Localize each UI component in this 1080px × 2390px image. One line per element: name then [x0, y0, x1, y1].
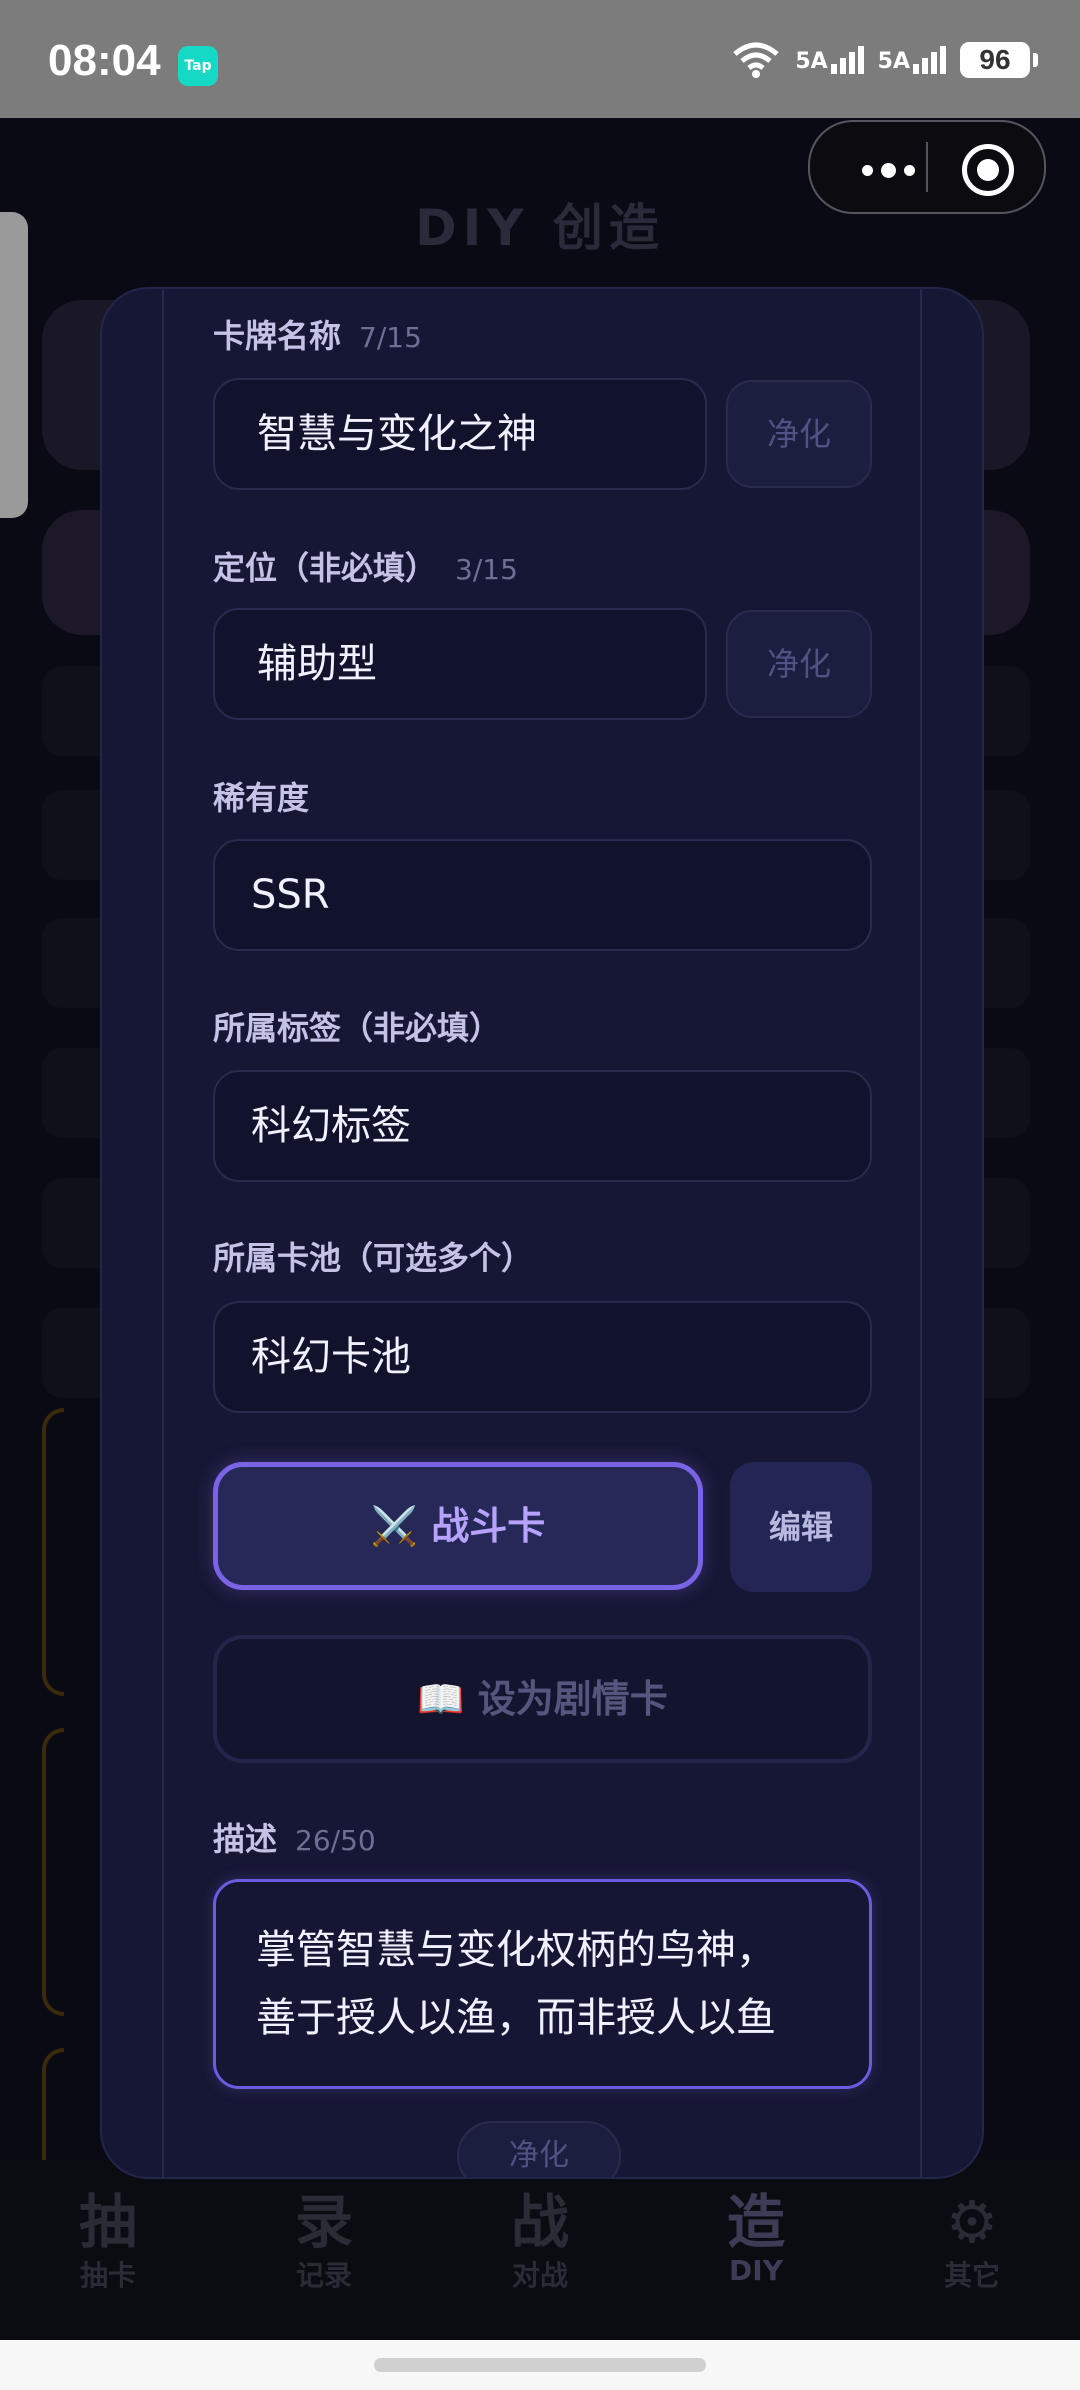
status-bar: 08:04 Tap 5A 5A 96	[0, 0, 1080, 118]
capsule-menu	[808, 120, 1046, 214]
description-line: 掌管智慧与变化权柄的鸟神，	[256, 1927, 776, 1973]
battery-icon: 96	[960, 42, 1038, 78]
description-label: 描述 26/50	[213, 1820, 376, 1858]
battle-card-button[interactable]: ⚔️ 战斗卡	[213, 1462, 703, 1590]
tag-label: 所属标签（非必填）	[213, 1009, 502, 1047]
rarity-select[interactable]: SSR	[213, 839, 872, 951]
background-card-border	[42, 1728, 64, 2016]
tab-battle[interactable]: 战对战	[432, 2160, 648, 2340]
purify-description-button[interactable]: 净化	[457, 2121, 621, 2177]
card-edit-modal: 卡牌名称 7/15 智慧与变化之神 净化 定位（非必填） 3/15 辅助型 净化 稀…	[100, 287, 984, 2179]
edit-button[interactable]: 编辑	[730, 1462, 872, 1592]
pool-label: 所属卡池（可选多个）	[213, 1239, 534, 1277]
wifi-icon	[733, 42, 779, 78]
description-textarea[interactable]: 掌管智慧与变化权柄的鸟神， 善于授人以渔，而非授人以鱼	[213, 1879, 872, 2089]
position-label: 定位（非必填） 3/15	[213, 549, 518, 587]
signal-icon-2: 5A	[878, 46, 946, 74]
guide-line	[162, 289, 164, 2177]
guide-line	[920, 289, 922, 2177]
tab-draw[interactable]: 抽抽卡	[0, 2160, 216, 2340]
tab-other[interactable]: ⚙ 其它	[864, 2160, 1080, 2340]
description-line: 善于授人以渔，而非授人以鱼	[256, 1995, 776, 2041]
status-time: 08:04	[48, 36, 161, 85]
background-card-border	[42, 1408, 64, 1696]
rarity-label: 稀有度	[213, 779, 310, 817]
close-target-icon[interactable]	[962, 144, 1014, 196]
purify-name-button[interactable]: 净化	[726, 380, 872, 488]
tag-select[interactable]: 科幻标签	[213, 1070, 872, 1182]
more-icon[interactable]	[862, 163, 915, 178]
bottom-tab-bar: 抽抽卡 录记录 战对战 造 DIY ⚙ 其它	[0, 2160, 1080, 2340]
side-handle[interactable]	[0, 212, 28, 518]
tap-app-icon: Tap	[178, 46, 218, 86]
home-indicator[interactable]	[374, 2358, 706, 2372]
pool-select[interactable]: 科幻卡池	[213, 1301, 872, 1413]
tab-record[interactable]: 录记录	[216, 2160, 432, 2340]
signal-icon: 5A	[795, 46, 864, 74]
capsule-divider	[926, 142, 928, 192]
status-icons: 5A 5A 96	[731, 40, 1038, 80]
position-count: 3/15	[455, 553, 518, 586]
description-count: 26/50	[295, 1824, 376, 1857]
gear-icon: ⚙	[946, 2188, 998, 2256]
purify-position-button[interactable]: 净化	[726, 610, 872, 718]
card-name-count: 7/15	[359, 321, 422, 354]
card-name-input[interactable]: 智慧与变化之神	[213, 378, 707, 490]
position-input[interactable]: 辅助型	[213, 608, 707, 720]
tab-diy[interactable]: 造 DIY	[648, 2160, 864, 2340]
set-story-card-button[interactable]: 📖 设为剧情卡	[213, 1635, 872, 1763]
card-name-label: 卡牌名称 7/15	[213, 317, 422, 355]
